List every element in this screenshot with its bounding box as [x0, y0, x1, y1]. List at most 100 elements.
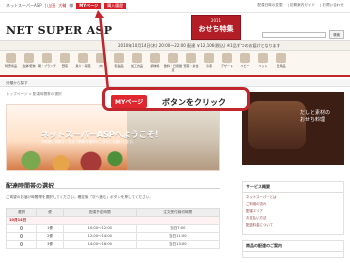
side-promo-line-1: だしと素材の: [300, 110, 331, 116]
category-icon: [258, 53, 268, 63]
category-nav: 特売商品 生鮮/乾物 朝・ブランチ 野菜 魚介・海藻肉乳製品 加工食品 調味料 飲料・日用雑貨…: [0, 51, 350, 77]
nav-item-7[interactable]: 加工食品: [128, 53, 146, 75]
mypage-button[interactable]: MYページ: [76, 3, 102, 9]
nav-item-label: 朝・ブランチ: [38, 64, 57, 68]
category-icon: [24, 53, 34, 63]
username-suffix: 様: [69, 3, 74, 8]
nav-item-10[interactable]: 惣菜・弁当: [182, 53, 200, 75]
nav-item-0[interactable]: 特売商品: [2, 53, 20, 75]
slot-cell: 3便: [36, 240, 65, 249]
category-icon: [42, 53, 52, 63]
nav-item-label: 魚介・海藻: [75, 64, 91, 68]
table-row: 2便 12:00～14:00 当日11:00: [5, 232, 221, 241]
username: 大輔: [58, 3, 67, 8]
nav-item-label: ペット: [258, 64, 268, 68]
service-link[interactable]: ネットスーパーとは: [243, 193, 343, 200]
table-header-select: 選択: [5, 208, 38, 217]
category-icon: [240, 53, 250, 63]
nav-item-14[interactable]: ペット: [254, 53, 272, 75]
promo-sign-image: [248, 101, 306, 149]
delivery-info-title: 商品の配達のご案内: [243, 241, 343, 252]
promo-year: 2011: [210, 18, 222, 23]
service-link[interactable]: お支払い方法: [243, 214, 343, 221]
category-icon: [6, 53, 16, 63]
search-button[interactable]: 検索: [329, 30, 344, 39]
side-promo-line-2: おせち料理: [300, 117, 326, 123]
nav-item-2[interactable]: 朝・ブランチ: [38, 53, 56, 75]
time-cell: 12:00～14:00: [63, 232, 137, 241]
callout-pointer-arrow: [95, 10, 104, 18]
delivery-date-text: 2010年10月14日(木) 20:00～22:00 配達 ￥12,106(税込…: [118, 43, 281, 48]
history-button[interactable]: 購入履歴: [104, 3, 127, 9]
nav-item-label: 野菜: [61, 64, 68, 68]
nav-item-11[interactable]: 冷凍: [200, 53, 218, 75]
nav-item-13[interactable]: ベビー: [236, 53, 254, 75]
callout-badge: MYページ: [111, 95, 148, 108]
section-instruction: ご希望のお届け時間帯を選択してください。確定後「次へ進む」ボタンを押してください…: [6, 195, 153, 199]
instruction-callout: MYページ ボタンをクリック: [102, 87, 250, 111]
vegetables-image: [7, 140, 127, 170]
contact-link[interactable]: | お問い合わせ: [320, 3, 344, 8]
side-promo-text: だしと素材の おせち料理: [300, 110, 330, 124]
table-row: 1便 10:00～12:00 当日7:00: [5, 224, 221, 233]
slot-cell: 1便: [36, 224, 65, 233]
site-name[interactable]: ネットスーパーASP: [6, 3, 42, 9]
date-row: 10月14日: [6, 216, 220, 225]
section-divider: [6, 188, 220, 189]
promo-banner[interactable]: 2011 おせち特集: [191, 15, 241, 40]
nav-item-label: 生鮮/乾物: [22, 64, 36, 68]
callout-pointer-line: [98, 13, 110, 91]
nav-item-label: ベビー: [240, 64, 250, 68]
deadline-cell: 当日13:00: [135, 240, 221, 249]
nav-item-label: 惣菜・弁当: [183, 64, 199, 68]
delivery-date-bar: 2010年10月14日(木) 20:00～22:00 配達 ￥12,106(税込…: [0, 40, 350, 51]
deadline-cell: 当日11:00: [135, 232, 221, 241]
table-header-time: 配達予定時間: [63, 208, 137, 217]
nav-item-3[interactable]: 野菜: [56, 53, 74, 75]
nav-item-label: デザート: [220, 64, 233, 68]
slot-radio[interactable]: [19, 226, 24, 230]
category-icon: [132, 53, 142, 63]
deadline-cell: 当日7:00: [135, 224, 221, 233]
search-input[interactable]: [262, 31, 327, 38]
slot-cell: 2便: [36, 232, 65, 241]
service-link[interactable]: ご利用の流れ: [243, 200, 343, 207]
change-delivery-link[interactable]: 配達日時の変更: [257, 3, 282, 8]
category-icon: [150, 53, 160, 63]
nav-item-4[interactable]: 魚介・海藻: [74, 53, 92, 75]
time-cell: 14:00～16:00: [63, 240, 137, 249]
category-icon: [60, 53, 70, 63]
nav-item-8[interactable]: 調味料: [146, 53, 164, 75]
time-cell: 10:00～12:00: [63, 224, 137, 233]
delivery-info-panel: 商品の配達のご案内: [242, 240, 344, 258]
category-icon: [168, 53, 178, 63]
nav-item-label: 日用品: [276, 64, 286, 68]
delivery-slot-table: 選択 便 配達予定時間 注文受付締切時間 10月14日 1便 10:00～12:0…: [5, 208, 221, 249]
nav-item-15[interactable]: 日用品: [272, 53, 290, 75]
header-crumbs: ネットスーパーASP | 山田 大輔 様 MYページ 購入履歴: [6, 3, 127, 9]
nav-item-label: 調味料: [150, 64, 160, 68]
table-header-slot: 便: [36, 208, 65, 217]
slot-radio[interactable]: [19, 242, 24, 246]
category-icon: [186, 53, 196, 63]
nav-item-label: 特売商品: [4, 64, 17, 68]
category-icon: [204, 53, 214, 63]
service-panel: サービス概要 ネットスーパーとは ご利用の流れ 配達エリア お支払い方法 配送料金につい…: [242, 181, 344, 235]
service-link[interactable]: 配達エリア: [243, 207, 343, 214]
callout-text: ボタンをクリック: [162, 98, 226, 107]
hero-subtext: お時間に制限なく安全で新鮮な食材がご自宅にお届けします。: [41, 140, 136, 144]
slot-radio[interactable]: [19, 234, 24, 238]
welcome-hero: ネットスーパーASPへようこそ！ お時間に制限なく安全で新鮮な食材がご自宅にお届…: [6, 104, 220, 171]
username-prefix: | 山田: [44, 3, 56, 8]
side-promo[interactable]: だしと素材の おせち料理: [242, 92, 344, 165]
nav-item-9[interactable]: 飲料・日用雑貨: [164, 53, 182, 75]
guide-link[interactable]: | 初期案内ガイド: [288, 3, 316, 8]
promo-text: おせち特集: [198, 25, 234, 33]
subnav-title: 分類から探す: [6, 81, 28, 85]
nav-item-1[interactable]: 生鮮/乾物: [20, 53, 38, 75]
header-right-links: 配達日時の変更 | 初期案内ガイド | お問い合わせ: [257, 3, 344, 8]
nav-item-12[interactable]: デザート: [218, 53, 236, 75]
select-cell: [5, 240, 38, 249]
breadcrumb: トップページ > 配達時間帯の選択: [6, 92, 62, 96]
service-link[interactable]: 配送料金について: [243, 221, 343, 228]
